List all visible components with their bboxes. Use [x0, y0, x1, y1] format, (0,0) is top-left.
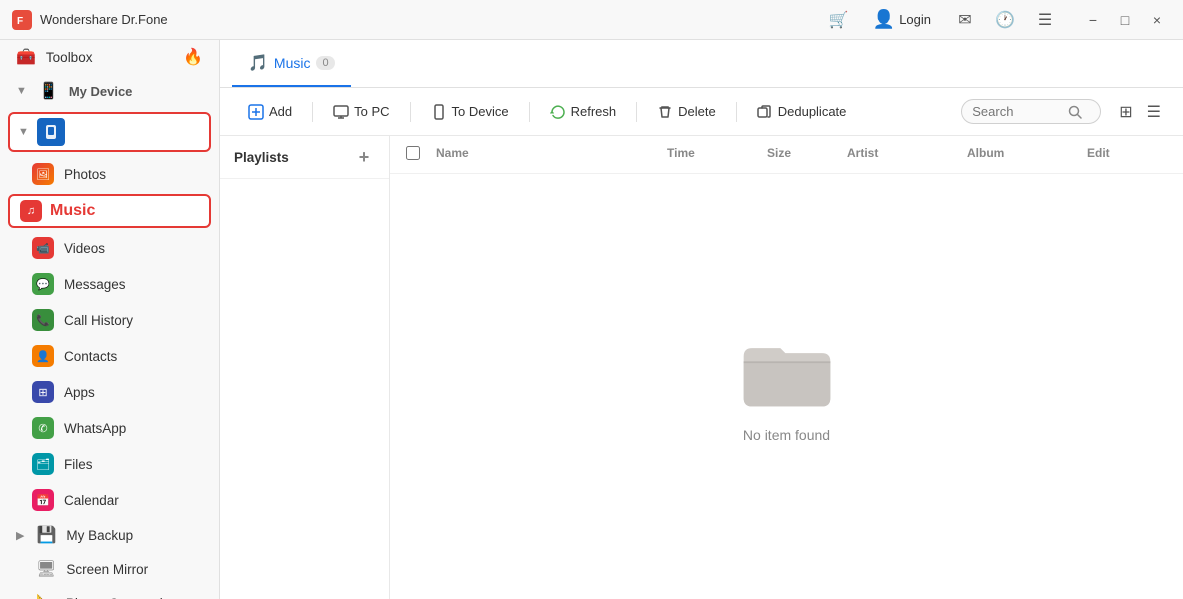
music-content: Name Time Size Artist Album Edit [390, 136, 1183, 599]
photos-icon: 🖼 [32, 163, 54, 185]
toolbar-divider-5 [736, 102, 737, 122]
select-all-checkbox[interactable] [406, 146, 420, 160]
contacts-icon: 👤 [32, 345, 54, 367]
sidebar-item-apps[interactable]: ⊞ Apps [0, 374, 219, 410]
panels-row: Playlists + Name Time Size Artist Album … [220, 136, 1183, 599]
toolbar-divider-2 [410, 102, 411, 122]
sidebar-item-my-backup[interactable]: ▶ 💾 My Backup [0, 518, 219, 552]
tab-badge-music: 0 [316, 56, 334, 70]
call-history-icon: 📞 [32, 309, 54, 331]
files-icon: 🗂 [32, 453, 54, 475]
empty-folder-icon [737, 331, 837, 411]
delete-button[interactable]: Delete [645, 98, 728, 126]
app-title: Wondershare Dr.Fone [40, 12, 825, 27]
device-icon [37, 118, 65, 146]
tab-music[interactable]: 🎵 Music 0 [232, 40, 351, 87]
toolbar: Add To PC To Device Refresh Delete [220, 88, 1183, 136]
main-layout: 🧰 Toolbox 🔥 ▼ 📱 My Device ▼ 🖼 Photos [0, 40, 1183, 599]
view-toggle: ⊞ ☰ [1113, 98, 1167, 126]
sidebar-item-phone-companion[interactable]: 📐 Phone Companion [0, 586, 219, 599]
sidebar-item-contacts[interactable]: 👤 Contacts [0, 338, 219, 374]
toolbar-divider-3 [529, 102, 530, 122]
add-playlist-button[interactable]: + [353, 146, 375, 168]
sidebar-item-my-device[interactable]: ▼ 📱 My Device [0, 74, 219, 108]
maximize-button[interactable]: □ [1111, 6, 1139, 34]
grid-view-button[interactable]: ⊞ [1113, 98, 1138, 126]
videos-icon: 📹 [32, 237, 54, 259]
to-device-button[interactable]: To Device [419, 98, 521, 126]
to-pc-button[interactable]: To PC [321, 98, 401, 126]
col-name: Name [436, 146, 667, 163]
toolbox-label: Toolbox [46, 50, 93, 65]
whatsapp-icon: ✆ [32, 417, 54, 439]
sidebar: 🧰 Toolbox 🔥 ▼ 📱 My Device ▼ 🖼 Photos [0, 40, 220, 599]
sidebar-item-videos[interactable]: 📹 Videos [0, 230, 219, 266]
search-input[interactable] [972, 104, 1062, 119]
empty-text: No item found [743, 427, 830, 443]
messages-icon: 💬 [32, 273, 54, 295]
tab-bar: 🎵 Music 0 [220, 40, 1183, 88]
titlebar-actions: 🛒 👤 Login ✉ 🕐 ☰ − □ × [825, 5, 1171, 34]
sidebar-item-calendar[interactable]: 📅 Calendar [0, 482, 219, 518]
sidebar-item-call-history[interactable]: 📞 Call History [0, 302, 219, 338]
sidebar-item-photos[interactable]: 🖼 Photos [0, 156, 219, 192]
app-logo: F [12, 10, 32, 30]
col-album: Album [967, 146, 1087, 163]
sidebar-item-music[interactable]: ♫ Music [8, 194, 211, 228]
search-icon [1068, 105, 1082, 119]
col-edit: Edit [1087, 146, 1167, 163]
deduplicate-button[interactable]: Deduplicate [745, 98, 859, 126]
calendar-icon: 📅 [32, 489, 54, 511]
col-time: Time [667, 146, 767, 163]
list-view-button[interactable]: ☰ [1141, 98, 1167, 126]
menu-icon[interactable]: ☰ [1031, 6, 1059, 34]
flame-icon: 🔥 [183, 47, 203, 67]
music-icon: ♫ [20, 200, 42, 222]
title-bar: F Wondershare Dr.Fone 🛒 👤 Login ✉ 🕐 ☰ − … [0, 0, 1183, 40]
content-area: 🎵 Music 0 Add To PC To Device [220, 40, 1183, 599]
playlists-header: Playlists + [220, 136, 389, 179]
device-item-box[interactable]: ▼ [8, 112, 211, 152]
cart-icon[interactable]: 🛒 [825, 6, 853, 34]
apps-icon: ⊞ [32, 381, 54, 403]
playlists-panel: Playlists + [220, 136, 390, 599]
table-header: Name Time Size Artist Album Edit [390, 136, 1183, 174]
my-backup-label: My Backup [66, 528, 133, 543]
empty-state: No item found [390, 174, 1183, 599]
chevron-down-icon-device: ▼ [18, 126, 29, 138]
history-icon[interactable]: 🕐 [991, 6, 1019, 34]
sidebar-item-files[interactable]: 🗂 Files [0, 446, 219, 482]
minimize-button[interactable]: − [1079, 6, 1107, 34]
search-box [961, 99, 1101, 124]
sidebar-item-screen-mirror[interactable]: 🖥 Screen Mirror [0, 552, 219, 586]
toolbar-divider-4 [636, 102, 637, 122]
window-controls: − □ × [1079, 6, 1171, 34]
chevron-down-icon: ▼ [16, 85, 27, 97]
login-button[interactable]: 👤 Login [865, 5, 939, 34]
chevron-right-icon-backup: ▶ [16, 529, 24, 542]
toolbar-divider-1 [312, 102, 313, 122]
refresh-button[interactable]: Refresh [538, 98, 629, 126]
sidebar-item-messages[interactable]: 💬 Messages [0, 266, 219, 302]
col-size: Size [767, 146, 847, 163]
svg-text:F: F [17, 16, 23, 27]
col-artist: Artist [847, 146, 967, 163]
mail-icon[interactable]: ✉ [951, 6, 979, 34]
sidebar-item-toolbox[interactable]: 🧰 Toolbox 🔥 [0, 40, 219, 74]
close-button[interactable]: × [1143, 6, 1171, 34]
my-device-label: My Device [69, 84, 133, 99]
col-checkbox [406, 146, 436, 163]
add-button[interactable]: Add [236, 98, 304, 126]
sidebar-item-whatsapp[interactable]: ✆ WhatsApp [0, 410, 219, 446]
